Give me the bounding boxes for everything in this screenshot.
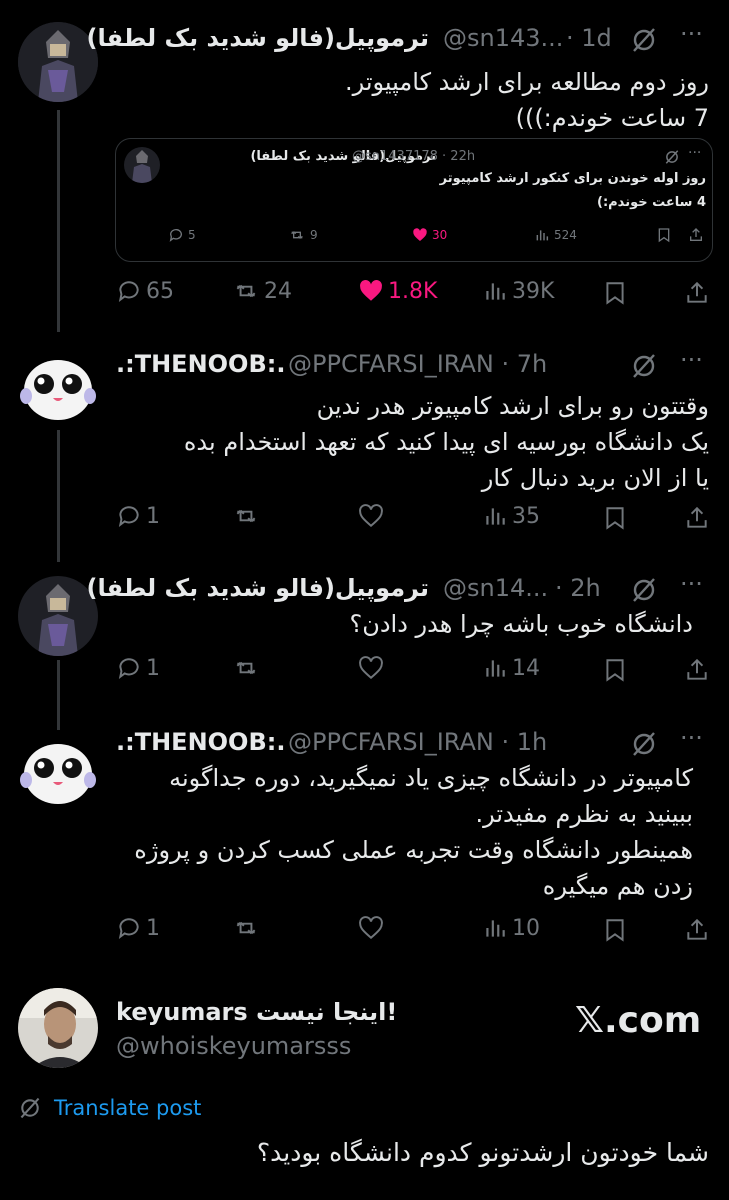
author-handle[interactable]: @sn14...: [443, 574, 548, 602]
repost-count: 24: [264, 278, 292, 304]
avatar[interactable]: [18, 346, 98, 426]
reply-count: 5: [188, 228, 196, 242]
translate-post-link[interactable]: Translate post: [54, 1096, 201, 1120]
views-button[interactable]: 524: [534, 227, 577, 243]
views-button[interactable]: 10: [482, 915, 540, 941]
views-button[interactable]: 14: [482, 655, 540, 681]
grok-icon[interactable]: [630, 26, 658, 54]
like-count: 1.8K: [388, 278, 438, 304]
like-button[interactable]: [358, 503, 384, 529]
repost-button[interactable]: [232, 915, 260, 941]
grok-icon[interactable]: [630, 352, 658, 380]
repost-count: 9: [310, 228, 318, 242]
reply-button[interactable]: 1: [116, 655, 160, 681]
more-icon[interactable]: ···: [680, 20, 703, 48]
author-handle[interactable]: @PPCFARSI_IRAN · 7h: [288, 350, 547, 378]
views-count: 39K: [512, 278, 555, 304]
action-bar: 65 24 1.8K 39K: [0, 278, 729, 310]
avatar[interactable]: [18, 988, 98, 1068]
more-icon[interactable]: ···: [688, 145, 701, 161]
post-time: · 1d: [566, 24, 612, 52]
share-icon[interactable]: [684, 505, 710, 531]
bookmark-icon[interactable]: [602, 280, 628, 306]
share-icon[interactable]: [684, 657, 710, 683]
repost-button[interactable]: 9: [288, 227, 318, 243]
views-button[interactable]: 35: [482, 503, 540, 529]
author-handle[interactable]: @PPCFARSI_IRAN · 1h: [288, 728, 547, 756]
reply-count: 1: [146, 655, 160, 681]
bookmark-icon[interactable]: [602, 917, 628, 943]
reply-button[interactable]: 1: [116, 503, 160, 529]
author-name[interactable]: .:THENOOB:.: [116, 728, 285, 756]
reply-button[interactable]: 5: [168, 227, 196, 243]
grok-icon[interactable]: [630, 730, 658, 758]
bookmark-icon[interactable]: [656, 227, 672, 243]
quote-text: روز اوله خوندن برای کنکور ارشد کامپیوتر …: [439, 171, 706, 210]
repost-button[interactable]: 24: [232, 278, 292, 304]
x-brand-logo: 𝕏.com: [575, 1000, 702, 1041]
grok-icon: [18, 1096, 42, 1120]
quote-action-bar: 5 9 30 524: [116, 227, 712, 251]
thread-line: [57, 430, 60, 562]
share-icon[interactable]: [684, 917, 710, 943]
quoted-post[interactable]: ترموپیل(فالو شدید بک لطفا) @sn1437178 · …: [115, 138, 713, 262]
share-icon[interactable]: [688, 227, 704, 243]
share-icon[interactable]: [684, 280, 710, 306]
post-text: روز دوم مطالعه برای ارشد کامپیوتر. 7 ساع…: [344, 68, 709, 132]
action-bar: 1 10: [0, 915, 729, 947]
views-count: 524: [554, 228, 577, 242]
post-text: شما خودتون ارشدتونو کدوم دانشگاه بودید؟: [256, 1138, 709, 1167]
grok-icon: [664, 149, 680, 165]
bookmark-icon[interactable]: [602, 657, 628, 683]
author-name[interactable]: ترموپیل(فالو شدید بک لطفا): [87, 24, 429, 52]
quote-avatar: [124, 147, 160, 183]
post-text: وقتتون رو برای ارشد کامپیوتر هدر ندین یک…: [183, 392, 709, 492]
repost-button[interactable]: [232, 503, 260, 529]
grok-icon[interactable]: [630, 576, 658, 604]
quote-author-handle: @sn1437178 · 22h: [352, 149, 476, 164]
author-name[interactable]: ترموپیل(فالو شدید بک لطفا): [87, 574, 429, 602]
repost-button[interactable]: [232, 655, 260, 681]
like-button[interactable]: 30: [412, 227, 447, 243]
post-text: دانشگاه خوب باشه چرا هدر دادن؟: [349, 610, 693, 638]
action-bar: 1 35: [0, 503, 729, 535]
author-handle[interactable]: @whoiskeyumarsss: [116, 1032, 351, 1060]
author-name[interactable]: .:THENOOB:.: [116, 350, 285, 378]
like-button[interactable]: [358, 915, 384, 941]
reply-button[interactable]: 1: [116, 915, 160, 941]
reply-count: 65: [146, 278, 174, 304]
more-icon[interactable]: ···: [680, 724, 703, 752]
views-count: 35: [512, 503, 540, 529]
reply-count: 1: [146, 503, 160, 529]
views-count: 10: [512, 915, 540, 941]
more-icon[interactable]: ···: [680, 570, 703, 598]
reply-button[interactable]: 65: [116, 278, 174, 304]
like-button[interactable]: 1.8K: [358, 278, 437, 304]
like-button[interactable]: [358, 655, 384, 681]
more-icon[interactable]: ···: [680, 346, 703, 374]
avatar[interactable]: [18, 730, 98, 810]
author-name[interactable]: keyumars اینجا نیست!: [116, 998, 397, 1026]
post-text: کامپیوتر در دانشگاه چیزی یاد نمیگیرید، د…: [134, 764, 693, 900]
action-bar: 1 14: [0, 655, 729, 687]
like-count: 30: [432, 228, 448, 242]
post-time: · 2h: [555, 574, 601, 602]
bookmark-icon[interactable]: [602, 505, 628, 531]
views-count: 14: [512, 655, 540, 681]
author-handle[interactable]: @sn143...: [443, 24, 563, 52]
views-button[interactable]: 39K: [482, 278, 554, 304]
reply-count: 1: [146, 915, 160, 941]
